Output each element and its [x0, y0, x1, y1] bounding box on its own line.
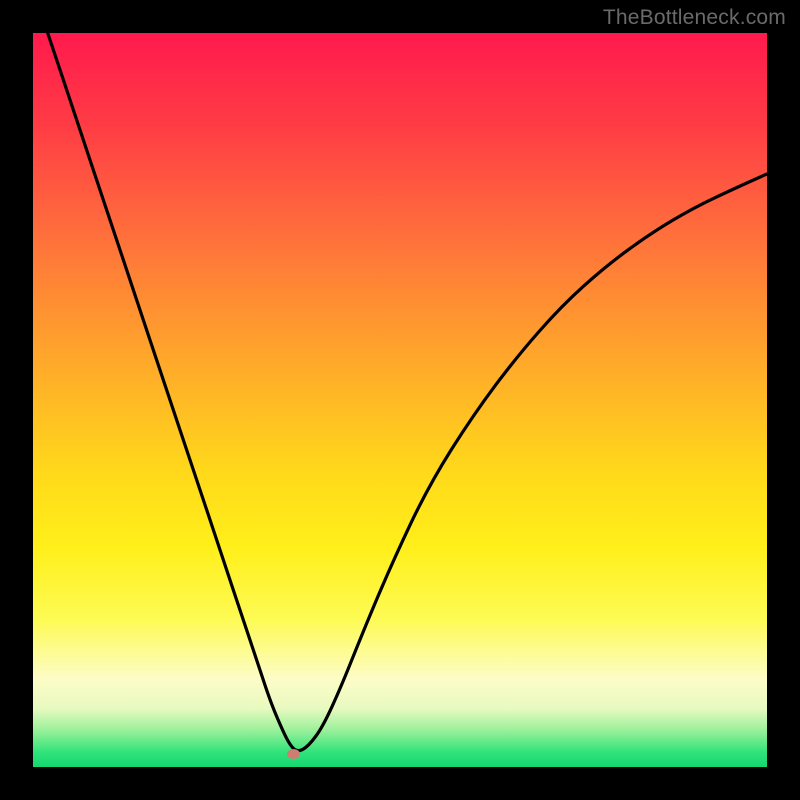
optimum-marker — [287, 749, 300, 759]
chart-frame: TheBottleneck.com — [0, 0, 800, 800]
watermark-text: TheBottleneck.com — [603, 6, 786, 30]
plot-area — [33, 33, 767, 767]
bottleneck-curve — [33, 33, 767, 767]
